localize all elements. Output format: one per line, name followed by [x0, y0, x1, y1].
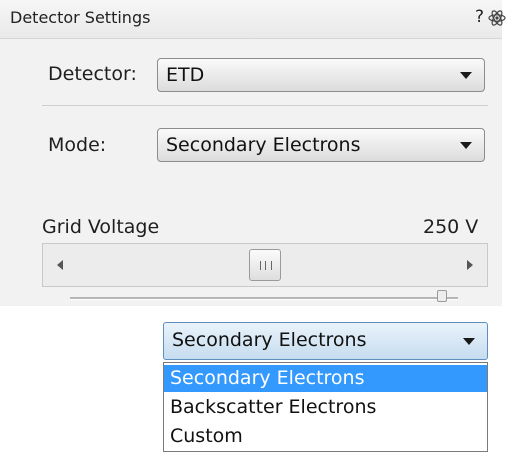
chevron-down-icon	[463, 338, 475, 345]
scrollbar-thumb[interactable]	[249, 249, 281, 281]
dropdown-option-custom[interactable]: Custom	[164, 423, 487, 450]
mode-value: Secondary Electrons	[166, 134, 361, 156]
help-button[interactable]: ?	[475, 7, 484, 27]
scroll-right-arrow-icon[interactable]	[467, 260, 473, 270]
dropdown-option-backscatter-electrons[interactable]: Backscatter Electrons	[164, 394, 487, 421]
detector-settings-panel: Detector Settings ? Detector: ETD Mode: …	[0, 0, 506, 306]
grid-voltage-value: 250 V	[423, 216, 479, 238]
mode-dropdown-select[interactable]: Secondary Electrons	[163, 322, 488, 360]
panel-titlebar: Detector Settings ?	[0, 0, 506, 39]
panel-title: Detector Settings	[10, 8, 151, 27]
fine-adjust-track[interactable]	[70, 297, 458, 300]
grid-voltage-scrollbar[interactable]	[42, 243, 488, 287]
mode-label: Mode:	[48, 134, 107, 156]
detector-label: Detector:	[48, 63, 137, 85]
atom-icon[interactable]	[488, 8, 506, 28]
dropdown-option-secondary-electrons[interactable]: Secondary Electrons	[164, 365, 487, 392]
detector-value: ETD	[166, 64, 205, 86]
grip-icon	[260, 261, 272, 270]
grid-voltage-label: Grid Voltage	[42, 216, 160, 238]
chevron-down-icon	[460, 142, 472, 149]
detector-select[interactable]: ETD	[157, 58, 485, 92]
scroll-left-arrow-icon[interactable]	[57, 260, 63, 270]
chevron-down-icon	[460, 72, 472, 79]
mode-dropdown-list: Secondary Electrons Backscatter Electron…	[163, 362, 488, 452]
fine-adjust-thumb[interactable]	[437, 290, 447, 302]
mode-select[interactable]: Secondary Electrons	[157, 128, 485, 162]
mode-dropdown-value: Secondary Electrons	[172, 329, 367, 351]
section-divider	[42, 105, 488, 106]
